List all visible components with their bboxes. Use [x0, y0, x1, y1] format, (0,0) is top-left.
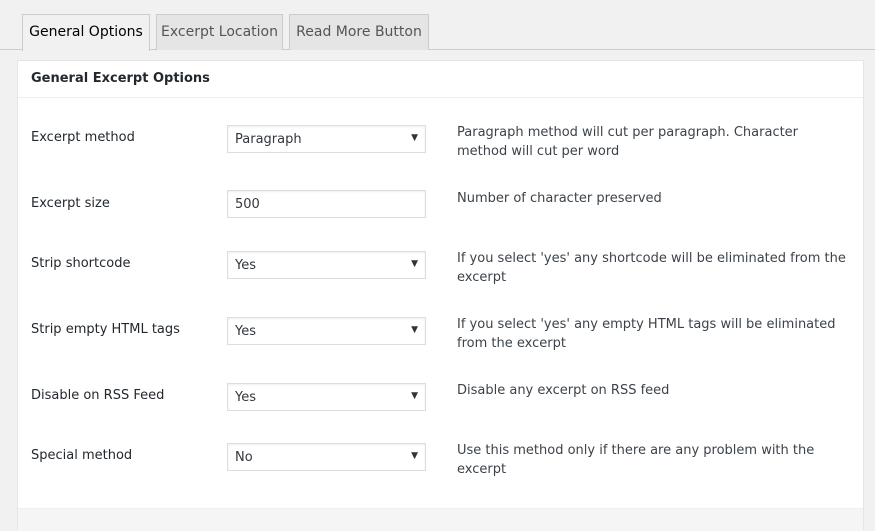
- strip-empty-html-tags-label: Strip empty HTML tags: [31, 322, 180, 337]
- strip-empty-html-tags-description: If you select 'yes' any empty HTML tags …: [457, 317, 836, 351]
- special-method-value: No: [235, 450, 253, 465]
- panel-title: General Excerpt Options: [31, 71, 210, 86]
- strip-empty-html-tags-value: Yes: [235, 324, 256, 339]
- special-method-select[interactable]: No ▼: [227, 443, 426, 471]
- excerpt-size-value: 500: [235, 197, 260, 212]
- disable-on-rss-feed-label: Disable on RSS Feed: [31, 388, 165, 403]
- excerpt-method-description: Paragraph method will cut per paragraph.…: [457, 125, 799, 159]
- tab-excerpt-location[interactable]: Excerpt Location: [156, 14, 283, 50]
- chevron-down-icon: ▼: [411, 451, 418, 461]
- excerpt-method-label: Excerpt method: [31, 130, 135, 145]
- excerpt-size-label: Excerpt size: [31, 196, 110, 211]
- disable-on-rss-feed-select[interactable]: Yes ▼: [227, 383, 426, 411]
- chevron-down-icon: ▼: [411, 133, 418, 143]
- chevron-down-icon: ▼: [411, 391, 418, 401]
- panel-header: General Excerpt Options: [18, 61, 863, 98]
- tab-read-more-button[interactable]: Read More Button: [289, 14, 429, 50]
- strip-shortcode-label: Strip shortcode: [31, 256, 131, 271]
- strip-empty-html-tags-select[interactable]: Yes ▼: [227, 317, 426, 345]
- special-method-label: Special method: [31, 448, 133, 463]
- strip-shortcode-value: Yes: [235, 258, 256, 273]
- strip-shortcode-select[interactable]: Yes ▼: [227, 251, 426, 279]
- excerpt-method-value: Paragraph: [235, 132, 302, 147]
- special-method-description: Use this method only if there are any pr…: [457, 443, 815, 477]
- strip-shortcode-description: If you select 'yes' any shortcode will b…: [457, 251, 846, 285]
- disable-on-rss-feed-value: Yes: [235, 390, 256, 405]
- general-excerpt-options-panel: General Excerpt Options Excerpt method P…: [17, 60, 864, 531]
- tab-bar: General Options Excerpt Location Read Mo…: [0, 0, 875, 51]
- tab-general-options[interactable]: General Options: [22, 14, 150, 51]
- excerpt-method-select[interactable]: Paragraph ▼: [227, 125, 426, 153]
- panel-footer: [18, 508, 863, 531]
- chevron-down-icon: ▼: [411, 259, 418, 269]
- chevron-down-icon: ▼: [411, 325, 418, 335]
- excerpt-size-input[interactable]: 500: [227, 190, 426, 218]
- excerpt-size-description: Number of character preserved: [457, 191, 662, 206]
- disable-on-rss-feed-description: Disable any excerpt on RSS feed: [457, 383, 670, 398]
